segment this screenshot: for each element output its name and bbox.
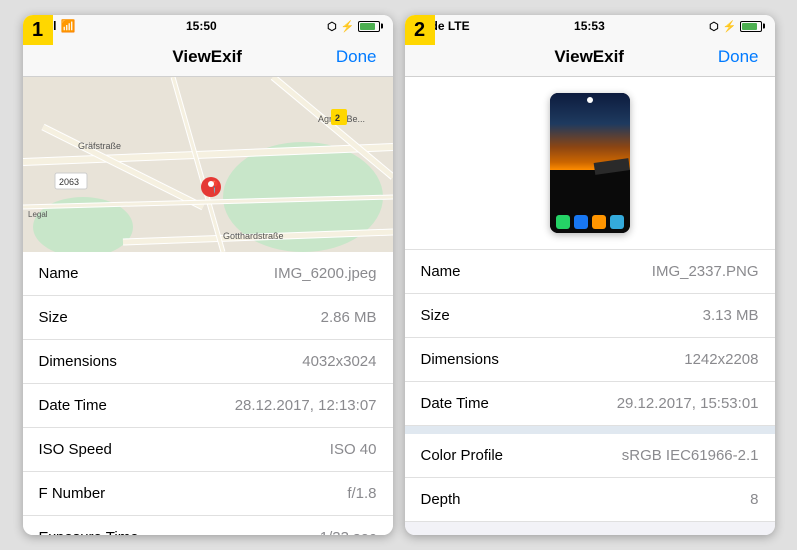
value-dimensions-2: 1242x2208: [684, 351, 758, 368]
label-colorprofile-2: Color Profile: [421, 447, 504, 464]
row-size-1: Size 2.86 MB: [23, 296, 393, 340]
nav-bar-1: ViewExif Done: [23, 37, 393, 77]
svg-text:2: 2: [335, 113, 340, 123]
bluetooth-icon-2: ⬡: [709, 20, 719, 33]
charging-icon-2: ⚡: [723, 20, 737, 33]
svg-text:2063: 2063: [59, 177, 79, 187]
phones-container: 1 Call 📶 15:50 ⬡ ⚡ ViewExif Done: [13, 5, 785, 545]
badge-1: 1: [23, 15, 53, 45]
wifi-icon-1: 📶: [61, 19, 76, 33]
label-datetime-1: Date Time: [39, 397, 107, 414]
dock-area: [550, 170, 630, 233]
row-name-2: Name IMG_2337.PNG: [405, 250, 775, 294]
nav-bar-2: ViewExif Done: [405, 37, 775, 77]
value-size-1: 2.86 MB: [321, 309, 377, 326]
battery-fill-2: [742, 23, 756, 30]
status-bar-1: Call 📶 15:50 ⬡ ⚡: [23, 15, 393, 37]
value-colorprofile-2: sRGB IEC61966-2.1: [622, 447, 759, 464]
thumbnail-area: [405, 77, 775, 250]
info-list-2: Name IMG_2337.PNG Size 3.13 MB Dimension…: [405, 250, 775, 535]
svg-text:Gräfstraße: Gräfstraße: [78, 141, 121, 151]
value-size-2: 3.13 MB: [703, 307, 759, 324]
label-size-1: Size: [39, 309, 68, 326]
done-button-2[interactable]: Done: [718, 47, 759, 67]
label-datetime-2: Date Time: [421, 395, 489, 412]
svg-text:Gotthardstraße: Gotthardstraße: [223, 231, 284, 241]
info-list-1: Name IMG_6200.jpeg Size 2.86 MB Dimensio…: [23, 252, 393, 535]
dock-icon-3: [592, 215, 606, 229]
dock-icon-4: [610, 215, 624, 229]
charging-icon-1: ⚡: [341, 20, 355, 33]
value-depth-2: 8: [750, 491, 758, 508]
nav-title-2: ViewExif: [554, 47, 624, 67]
badge-2: 2: [405, 15, 435, 45]
value-name-2: IMG_2337.PNG: [652, 263, 759, 280]
row-dimensions-1: Dimensions 4032x3024: [23, 340, 393, 384]
sky-gradient: [550, 93, 630, 170]
status-right-2: ⬡ ⚡: [709, 20, 762, 33]
label-dimensions-2: Dimensions: [421, 351, 499, 368]
label-dimensions-1: Dimensions: [39, 353, 117, 370]
value-iso-1: ISO 40: [330, 441, 377, 458]
section-divider: [405, 426, 775, 434]
time-1: 15:50: [186, 19, 217, 33]
label-name-2: Name: [421, 263, 461, 280]
value-name-1: IMG_6200.jpeg: [274, 265, 377, 282]
row-datetime-1: Date Time 28.12.2017, 12:13:07: [23, 384, 393, 428]
svg-text:Legal: Legal: [28, 210, 48, 219]
photo-thumbnail: [550, 93, 630, 233]
map-1: Gräfstraße Agnes-Be... Gotthardstraße 20…: [23, 77, 393, 252]
row-name-1: Name IMG_6200.jpeg: [23, 252, 393, 296]
value-datetime-2: 29.12.2017, 15:53:01: [617, 395, 759, 412]
battery-1: [358, 21, 380, 32]
phone-1: 1 Call 📶 15:50 ⬡ ⚡ ViewExif Done: [23, 15, 393, 535]
value-dimensions-1: 4032x3024: [302, 353, 376, 370]
map-svg-1: Gräfstraße Agnes-Be... Gotthardstraße 20…: [23, 77, 393, 252]
row-datetime-2: Date Time 29.12.2017, 15:53:01: [405, 382, 775, 426]
status-bar-2: m.de LTE 15:53 ⬡ ⚡: [405, 15, 775, 37]
bluetooth-icon-1: ⬡: [327, 20, 337, 33]
battery-fill-1: [360, 23, 374, 30]
dock-icon-1: [556, 215, 570, 229]
battery-2: [740, 21, 762, 32]
row-size-2: Size 3.13 MB: [405, 294, 775, 338]
row-fnumber-1: F Number f/1.8: [23, 472, 393, 516]
row-dimensions-2: Dimensions 1242x2208: [405, 338, 775, 382]
value-datetime-1: 28.12.2017, 12:13:07: [235, 397, 377, 414]
label-name-1: Name: [39, 265, 79, 282]
dock-icon-2: [574, 215, 588, 229]
nav-title-1: ViewExif: [172, 47, 242, 67]
value-fnumber-1: f/1.8: [347, 485, 376, 502]
done-button-1[interactable]: Done: [336, 47, 377, 67]
status-right-1: ⬡ ⚡: [327, 20, 380, 33]
label-exposure-1: Exposure Time: [39, 529, 139, 535]
value-exposure-1: 1/33 sec: [320, 529, 377, 535]
row-exposure-1: Exposure Time 1/33 sec: [23, 516, 393, 535]
camera-dot: [587, 97, 593, 103]
phone-2: 2 m.de LTE 15:53 ⬡ ⚡ ViewExif Done: [405, 15, 775, 535]
row-colorprofile-2: Color Profile sRGB IEC61966-2.1: [405, 434, 775, 478]
label-size-2: Size: [421, 307, 450, 324]
row-iso-1: ISO Speed ISO 40: [23, 428, 393, 472]
time-2: 15:53: [574, 19, 605, 33]
label-iso-1: ISO Speed: [39, 441, 112, 458]
row-depth-2: Depth 8: [405, 478, 775, 522]
label-depth-2: Depth: [421, 491, 461, 508]
label-fnumber-1: F Number: [39, 485, 106, 502]
